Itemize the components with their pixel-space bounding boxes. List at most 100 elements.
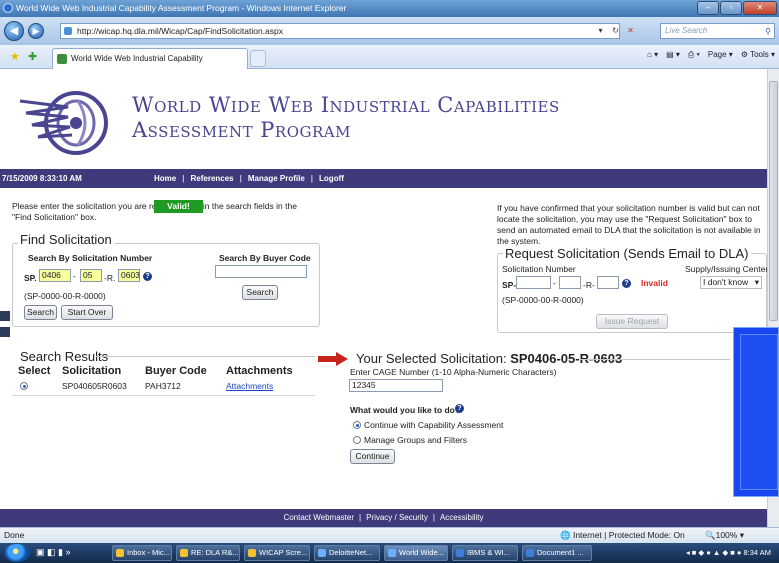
- new-tab-button[interactable]: [250, 50, 266, 67]
- solicitation-part3-input[interactable]: 0603: [118, 269, 140, 282]
- contact-webmaster-link[interactable]: Contact Webmaster: [278, 513, 359, 522]
- row-select-radio[interactable]: [20, 382, 28, 390]
- taskbar-item-ibms[interactable]: IBMS & WI...: [452, 545, 518, 561]
- desktop-sliver: [0, 311, 10, 321]
- accessibility-link[interactable]: Accessibility: [435, 513, 489, 522]
- divider: [96, 356, 316, 357]
- selected-heading-label: Your Selected Solicitation:: [356, 351, 507, 366]
- privacy-security-link[interactable]: Privacy / Security: [361, 513, 433, 522]
- help-icon[interactable]: ?: [455, 404, 464, 413]
- taskbar-item-re-dla[interactable]: RE: DLA R&...: [176, 545, 240, 561]
- window-title: World Wide Web Industrial Capability Ass…: [16, 3, 347, 13]
- back-icon[interactable]: ◀: [4, 21, 24, 41]
- search-button[interactable]: Search: [24, 305, 57, 320]
- cage-number-input[interactable]: 12345: [349, 379, 443, 392]
- zoom-level[interactable]: 🔍100% ▾: [705, 528, 744, 543]
- help-icon[interactable]: ?: [622, 279, 631, 288]
- col-solicitation-header: Solicitation: [62, 365, 122, 377]
- taskbar-item-wicap[interactable]: WICAP Scre...: [244, 545, 310, 561]
- site-title: World Wide Web Industrial Capabilities A…: [132, 93, 560, 143]
- dash-separator: -: [553, 278, 556, 288]
- blue-overlay-panel: [733, 327, 779, 497]
- issue-request-button[interactable]: Issue Request: [596, 314, 668, 329]
- security-zone: 🌐 Internet | Protected Mode: On: [560, 530, 685, 540]
- chevron-down-icon: ▾: [754, 277, 759, 287]
- continue-assessment-radio[interactable]: [353, 421, 361, 429]
- feeds-icon[interactable]: ▤ ▾: [666, 50, 680, 60]
- request-part1-input[interactable]: [516, 276, 551, 289]
- site-title-line2: Assessment Program: [132, 118, 351, 142]
- invalid-label: Invalid: [641, 278, 668, 288]
- request-part2-input[interactable]: [559, 276, 581, 289]
- start-button[interactable]: [4, 544, 30, 562]
- dropdown-icon[interactable]: ▾: [594, 23, 607, 39]
- request-sp-prefix: SP-: [502, 280, 517, 290]
- search-icon[interactable]: ⚲: [765, 25, 771, 39]
- supply-center-label: Supply/Issuing Center: [685, 264, 769, 274]
- supply-center-value: I don't know: [703, 277, 749, 287]
- search-by-number-label: Search By Solicitation Number: [28, 253, 153, 263]
- nav-home-link[interactable]: Home: [148, 169, 182, 188]
- zone-text: Internet | Protected Mode: On: [572, 530, 685, 540]
- help-icon[interactable]: ?: [143, 272, 152, 281]
- system-tray: ◂ ■ ◆ ● ▲ ◆ ■ ● 8:34 AM: [629, 543, 779, 563]
- favorites-star-icon[interactable]: ★: [10, 50, 20, 63]
- col-select-header: Select: [18, 365, 51, 377]
- nav-manage-profile-link[interactable]: Manage Profile: [242, 169, 311, 188]
- clock: 8:34 AM: [743, 548, 771, 557]
- site-nav-links: Home | References | Manage Profile | Log…: [148, 169, 350, 188]
- home-icon[interactable]: ⌂ ▾: [647, 50, 658, 60]
- desktop-sliver: [0, 327, 10, 337]
- tab-toolbar: ★ ✚ World Wide Web Industrial Capability…: [0, 45, 779, 82]
- quick-launch-icons[interactable]: ▣ ◧ ▮ »: [36, 547, 70, 558]
- request-part3-input[interactable]: [597, 276, 619, 289]
- taskbar-item-inbox[interactable]: Inbox - Mic...: [112, 545, 172, 561]
- tools-menu-label: Tools: [750, 50, 769, 59]
- manage-groups-radio[interactable]: [353, 436, 361, 444]
- maximize-button[interactable]: ▫: [720, 1, 742, 15]
- live-search-input[interactable]: Live Search ⚲: [660, 23, 775, 39]
- taskbar-item-world-wide[interactable]: World Wide...: [384, 545, 448, 561]
- add-favorites-icon[interactable]: ✚: [28, 50, 37, 63]
- buyer-search-button[interactable]: Search: [242, 285, 278, 300]
- valid-badge: Valid!: [154, 200, 203, 213]
- site-footer: Contact Webmaster | Privacy / Security | Acc…: [0, 509, 767, 527]
- taskbar-item-document1[interactable]: Document1 ...: [522, 545, 592, 561]
- scrollbar-thumb[interactable]: [769, 81, 778, 321]
- r-separator: -R-: [583, 280, 595, 290]
- minimize-button[interactable]: –: [697, 1, 719, 15]
- nav-references-link[interactable]: References: [184, 169, 239, 188]
- buyer-code-input[interactable]: [215, 265, 307, 278]
- dash-separator: -: [73, 271, 76, 281]
- command-bar: ⌂ ▾ ▤ ▾ ⎙ ▾ Page ▾ ⚙ Tools ▾: [647, 50, 775, 60]
- address-text: http://wicap.hq.dla.mil/Wicap/Cap/FindSo…: [77, 26, 283, 36]
- start-over-button[interactable]: Start Over: [61, 305, 113, 320]
- sp-prefix: SP.: [24, 273, 37, 283]
- address-input[interactable]: http://wicap.hq.dla.mil/Wicap/Cap/FindSo…: [60, 23, 620, 39]
- continue-assessment-label: Continue with Capability Assessment: [364, 420, 504, 430]
- supply-center-select[interactable]: I don't know ▾: [700, 276, 762, 289]
- continue-button[interactable]: Continue: [350, 449, 395, 464]
- address-toolbar: ◀ ▶ http://wicap.hq.dla.mil/Wicap/Cap/Fi…: [0, 17, 779, 45]
- stop-icon[interactable]: ✕: [624, 23, 637, 39]
- divider: [12, 395, 315, 396]
- taskbar-item-deloittenet[interactable]: DeloitteNet...: [314, 545, 380, 561]
- tray-icons[interactable]: ◂ ■ ◆ ● ▲ ◆ ■ ●: [686, 548, 741, 557]
- solicitation-part2-input[interactable]: 05: [80, 269, 102, 282]
- page-menu[interactable]: Page ▾: [708, 50, 733, 60]
- cage-label: Enter CAGE Number (1-10 Alpha-Numeric Ch…: [350, 367, 557, 377]
- solicitation-part1-input[interactable]: 0406: [39, 269, 71, 282]
- close-button[interactable]: ✕: [743, 1, 777, 15]
- print-icon[interactable]: ⎙ ▾: [688, 50, 700, 60]
- row-solicitation: SP040605R0603: [62, 381, 127, 391]
- refresh-icon[interactable]: ↻: [609, 23, 622, 39]
- row-attachments-link[interactable]: Attachments: [226, 381, 273, 391]
- tools-menu[interactable]: ⚙ Tools ▾: [741, 50, 775, 60]
- action-question: What would you like to do?: [350, 405, 461, 415]
- wicap-logo: [19, 91, 108, 155]
- browser-tab[interactable]: World Wide Web Industrial Capability Ass…: [52, 48, 248, 82]
- nav-logoff-link[interactable]: Logoff: [313, 169, 350, 188]
- zoom-text: 100%: [715, 530, 738, 540]
- forward-icon[interactable]: ▶: [28, 23, 44, 39]
- request-instructions: If you have confirmed that your solicita…: [497, 203, 761, 246]
